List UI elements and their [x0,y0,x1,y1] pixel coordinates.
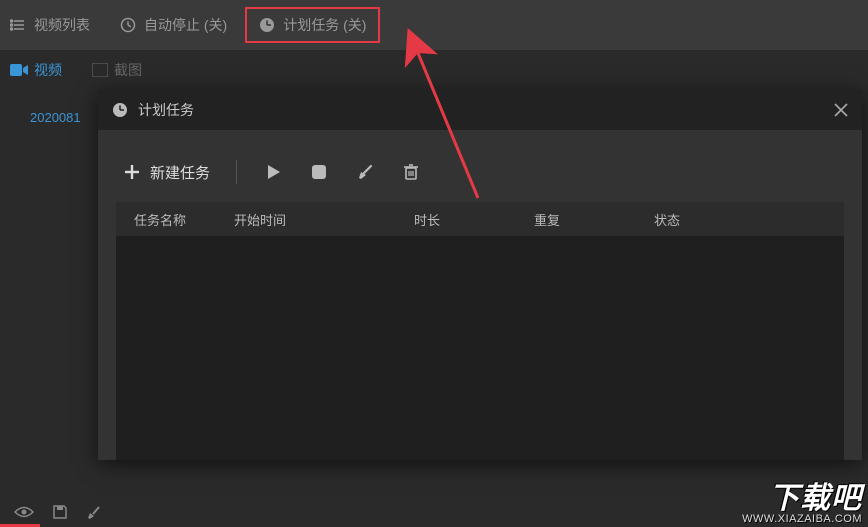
watermark: 下载吧 WWW.XIAZAIBA.COM [736,482,868,527]
clock-icon [112,102,128,118]
edit-button[interactable] [355,162,375,182]
trash-icon [401,162,421,182]
tab-video-label: 视频 [34,60,62,80]
scheduled-tasks-label: 计划任务 (关) [283,15,366,35]
tab-bar: 视频 截图 [0,50,868,90]
brush-icon [355,162,375,182]
watermark-brand: 下载吧 [742,484,862,514]
file-name: 2020081 [30,110,81,125]
play-icon [263,162,283,182]
scheduled-tasks-button[interactable]: 计划任务 (关) [245,7,380,43]
video-list-button[interactable]: 视频列表 [10,15,90,35]
dialog-toolbar: 新建任务 [116,150,844,194]
task-table: 任务名称 开始时间 时长 重复 状态 [116,202,844,460]
close-icon [834,103,848,117]
delete-button[interactable] [401,162,421,182]
plus-icon [122,162,142,182]
play-button[interactable] [263,162,283,182]
close-button[interactable] [834,103,848,117]
table-body [116,236,844,460]
edit-small-icon[interactable] [86,504,102,520]
dialog-title: 计划任务 [138,100,194,120]
new-task-button[interactable]: 新建任务 [122,162,210,183]
stop-button[interactable] [309,162,329,182]
col-task-name: 任务名称 [134,210,234,229]
eye-icon[interactable] [14,505,34,519]
scheduled-tasks-dialog: 计划任务 新建任务 [98,90,862,460]
clock-stop-icon [120,17,136,33]
toolbar-divider [236,160,237,184]
watermark-url: WWW.XIAZAIBA.COM [742,514,862,525]
tab-video[interactable]: 视频 [10,60,62,80]
clock-icon [259,17,275,33]
tab-screenshot-label: 截图 [114,60,142,80]
screenshot-icon [92,63,108,77]
save-icon[interactable] [52,504,68,520]
new-task-label: 新建任务 [150,162,210,183]
top-toolbar: 视频列表 自动停止 (关) 计划任务 (关) [0,0,868,50]
video-icon [10,63,28,77]
video-list-label: 视频列表 [34,15,90,35]
col-duration: 时长 [414,210,534,229]
table-header: 任务名称 开始时间 时长 重复 状态 [116,202,844,236]
content-area: 2020081 计划任务 新建任务 [0,90,868,527]
stop-icon [309,162,329,182]
auto-stop-button[interactable]: 自动停止 (关) [120,15,227,35]
col-start-time: 开始时间 [234,210,414,229]
col-repeat: 重复 [534,210,654,229]
auto-stop-label: 自动停止 (关) [144,15,227,35]
col-status: 状态 [654,210,826,229]
tab-screenshot[interactable]: 截图 [92,60,142,80]
dialog-header: 计划任务 [98,90,862,130]
list-icon [10,17,26,33]
